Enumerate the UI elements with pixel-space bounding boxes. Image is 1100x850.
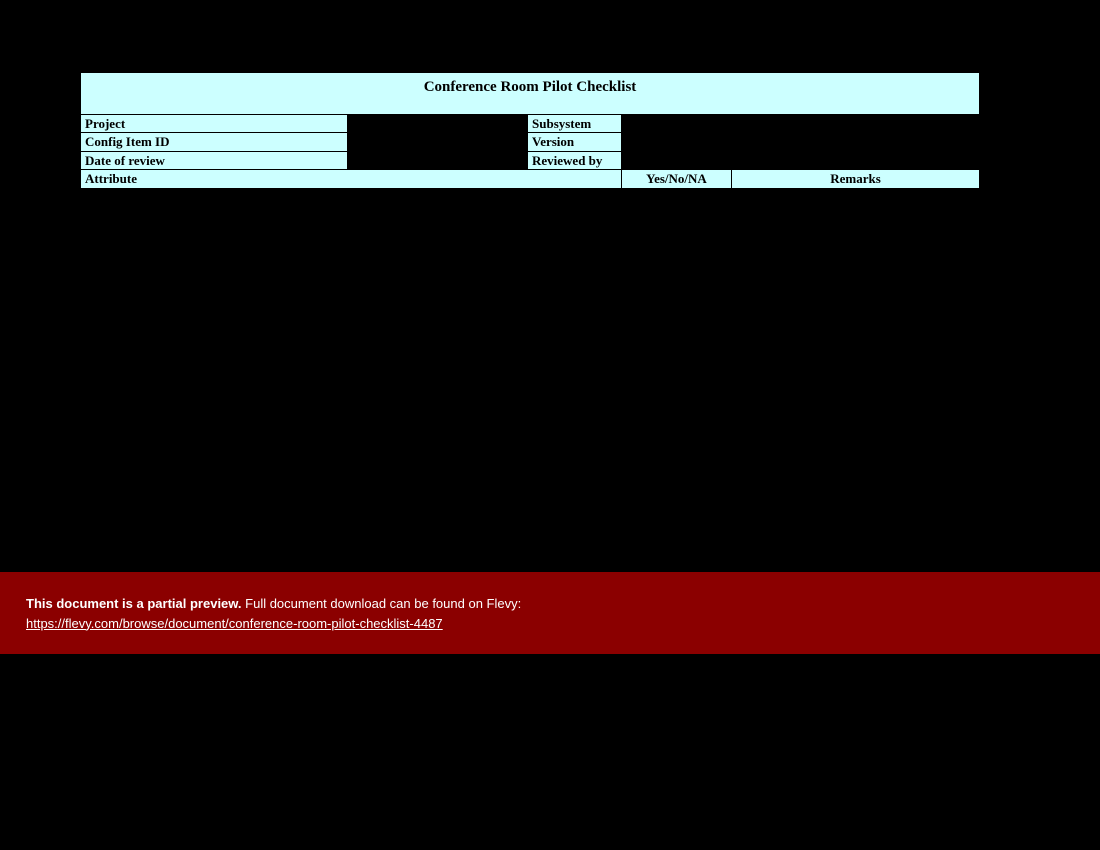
meta-row-config: Config Item ID Version xyxy=(80,133,980,152)
meta-row-project: Project Subsystem xyxy=(80,115,980,134)
value-config-item-id xyxy=(348,133,528,152)
value-reviewed-by xyxy=(622,152,980,171)
column-headers: Attribute Yes/No/NA Remarks xyxy=(80,170,980,189)
label-reviewed-by: Reviewed by xyxy=(528,152,622,171)
banner-bold-text: This document is a partial preview. xyxy=(26,596,242,611)
header-remarks: Remarks xyxy=(732,170,980,189)
header-yes-no-na: Yes/No/NA xyxy=(622,170,732,189)
value-version xyxy=(622,133,980,152)
sheet-title: Conference Room Pilot Checklist xyxy=(80,72,980,115)
banner-line-1: This document is a partial preview. Full… xyxy=(26,594,1074,614)
checklist-sheet: Conference Room Pilot Checklist Project … xyxy=(80,72,980,189)
header-attribute: Attribute xyxy=(80,170,622,189)
meta-row-date: Date of review Reviewed by xyxy=(80,152,980,171)
label-version: Version xyxy=(528,133,622,152)
value-project xyxy=(348,115,528,134)
label-subsystem: Subsystem xyxy=(528,115,622,134)
banner-rest-text: Full document download can be found on F… xyxy=(242,596,522,611)
label-config-item-id: Config Item ID xyxy=(80,133,348,152)
label-date-of-review: Date of review xyxy=(80,152,348,171)
preview-banner: This document is a partial preview. Full… xyxy=(0,572,1100,654)
value-subsystem xyxy=(622,115,980,134)
value-date-of-review xyxy=(348,152,528,171)
banner-link[interactable]: https://flevy.com/browse/document/confer… xyxy=(26,616,443,631)
label-project: Project xyxy=(80,115,348,134)
